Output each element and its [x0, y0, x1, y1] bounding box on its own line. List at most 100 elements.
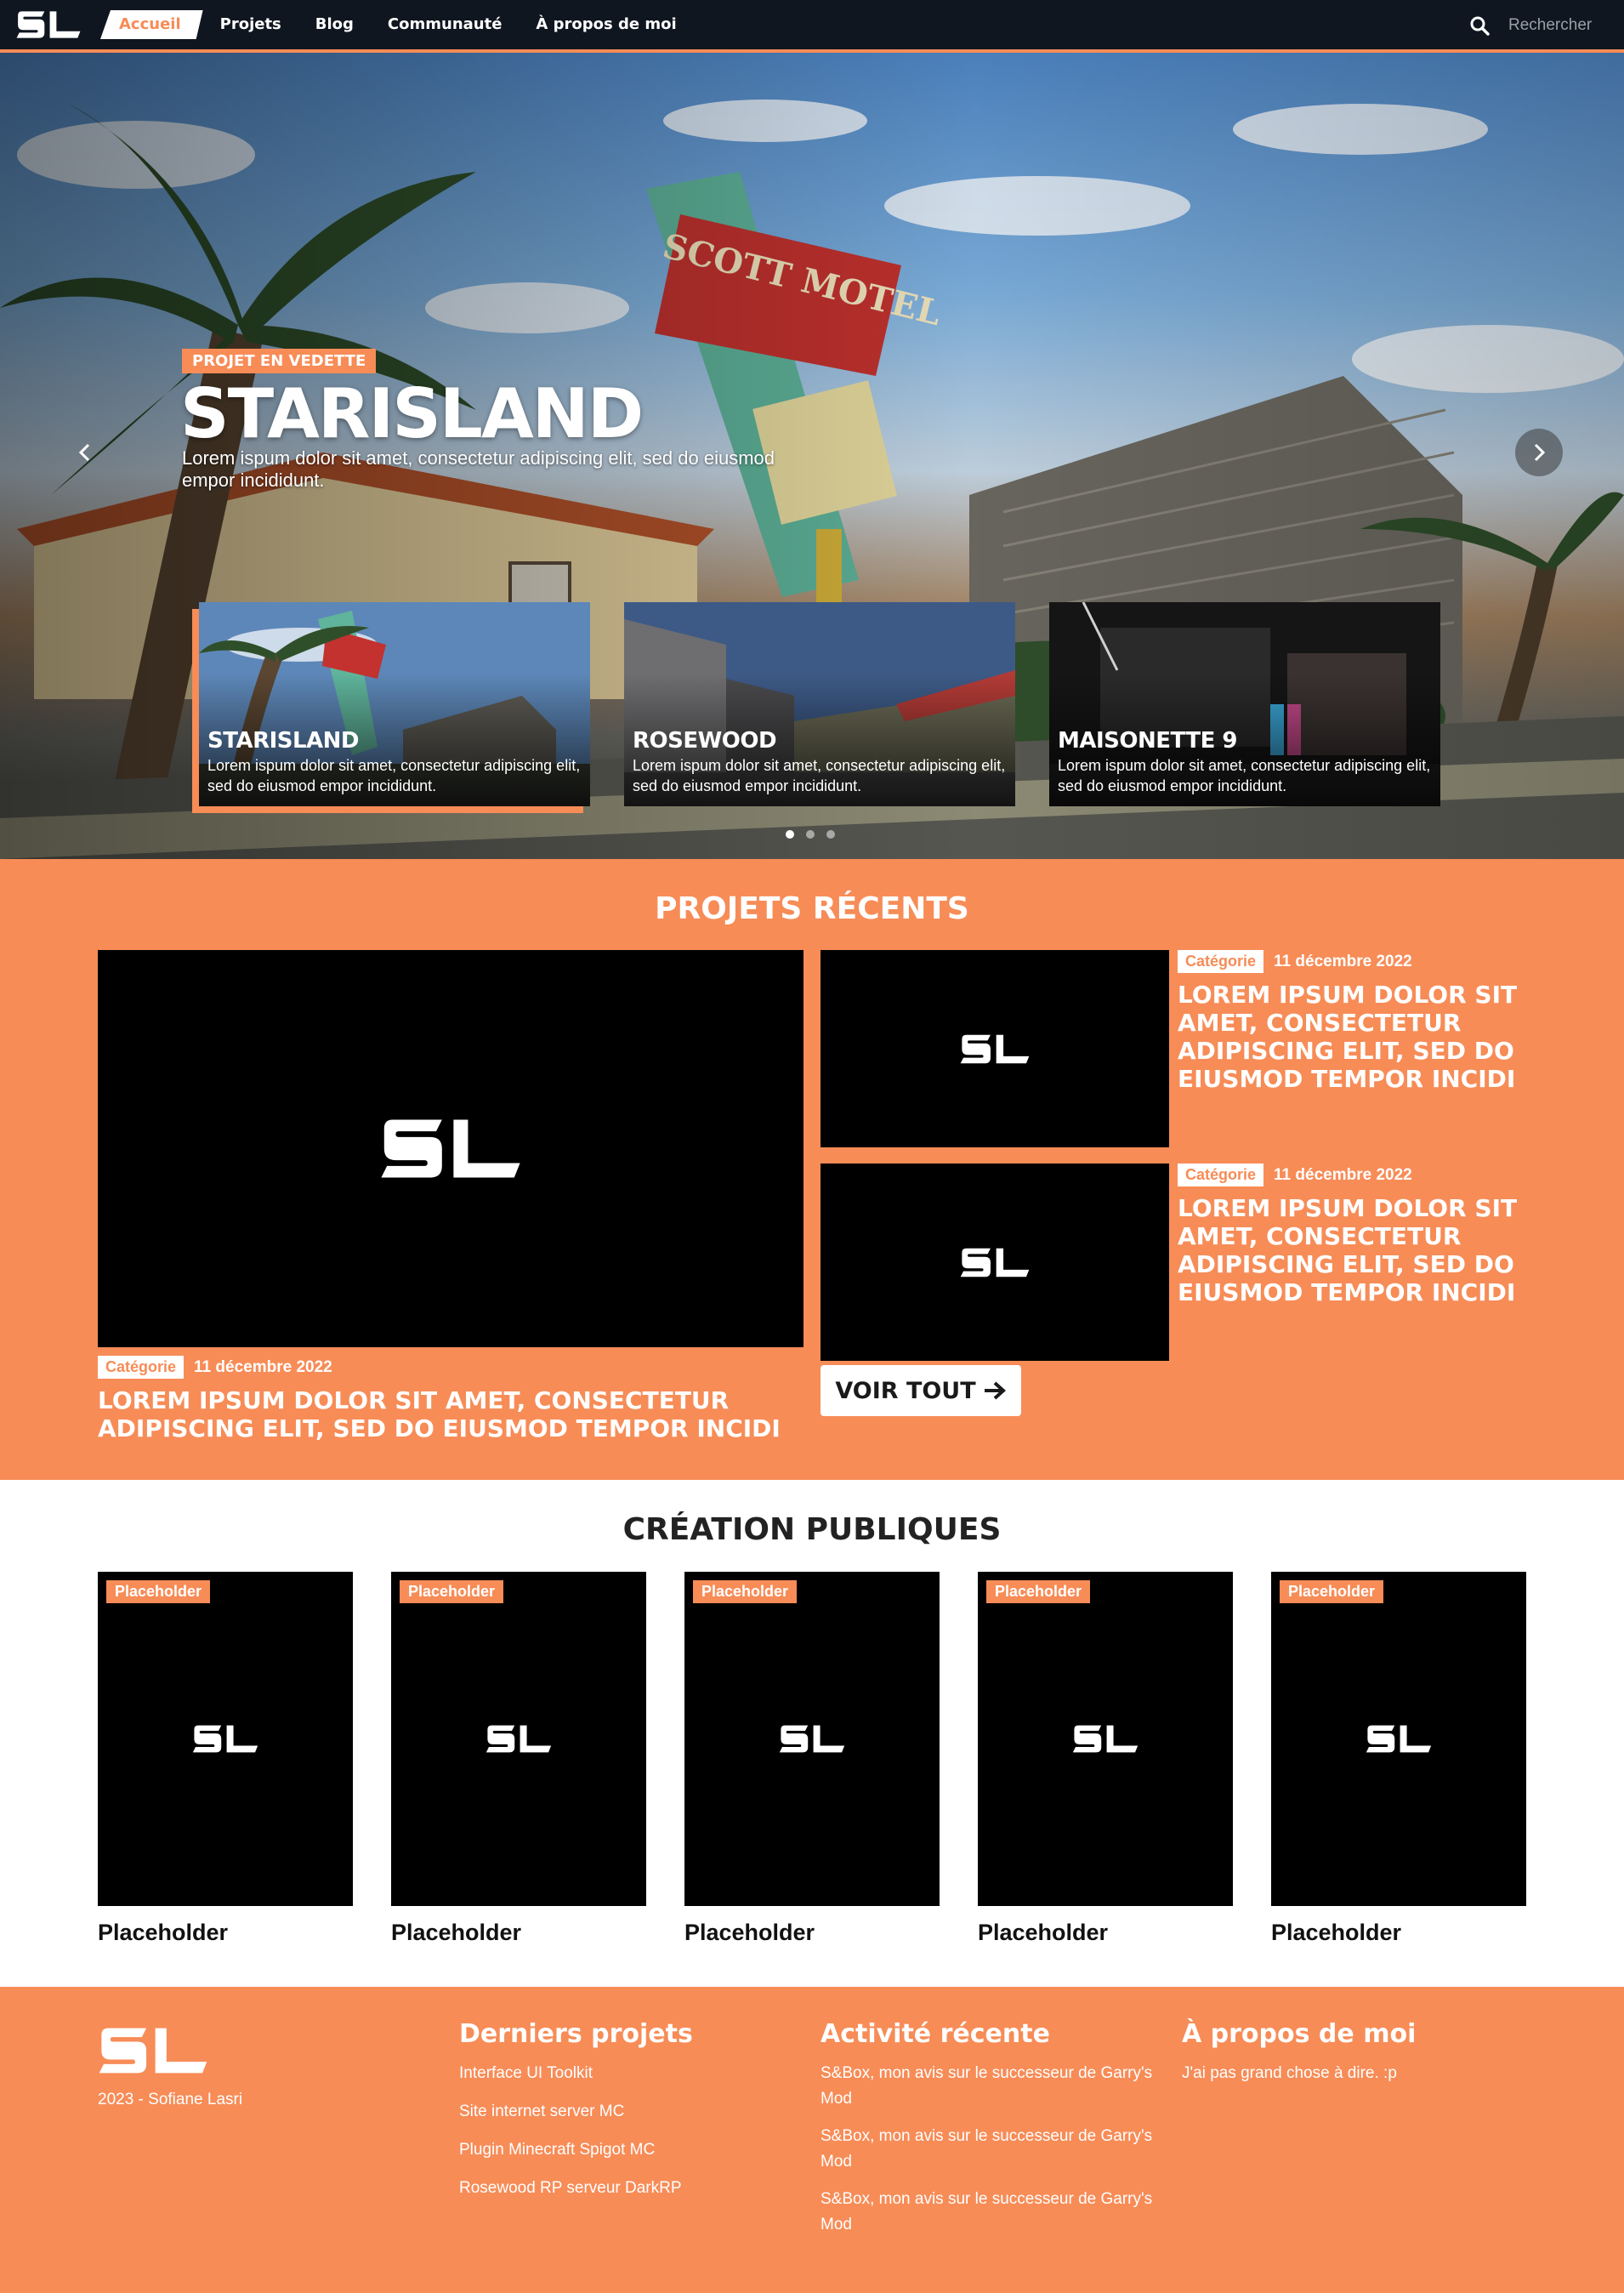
sl-logo-icon — [959, 1247, 1031, 1278]
chevron-left-icon — [78, 443, 90, 462]
creation-thumbnail[interactable]: Placeholder — [98, 1572, 353, 1906]
sl-logo-icon — [1071, 1724, 1139, 1754]
footer-project-link[interactable]: Site internet server MC — [459, 2099, 799, 2125]
sl-logo-icon — [378, 1117, 523, 1181]
carousel-prev-button[interactable] — [61, 429, 109, 476]
creation-tag: Placeholder — [400, 1580, 504, 1603]
card-title: MAISONETTE 9 — [1058, 728, 1238, 754]
post-date: 11 décembre 2022 — [1274, 1165, 1412, 1184]
search-input[interactable] — [1508, 16, 1600, 35]
sl-logo-icon — [1365, 1724, 1433, 1754]
creation-card[interactable]: Placeholder Placeholder — [1271, 1572, 1526, 1946]
recent-projects-section: PROJETS RÉCENTS Catégorie 11 décembre 20… — [0, 859, 1624, 1480]
side-post-thumbnail[interactable] — [821, 1164, 1169, 1361]
category-badge[interactable]: Catégorie — [1178, 1164, 1264, 1186]
creation-name[interactable]: Placeholder — [391, 1920, 646, 1946]
view-all-button[interactable]: VOIR TOUT — [821, 1365, 1021, 1416]
footer-copyright: 2023 - Sofiane Lasri — [98, 2091, 243, 2108]
chevron-right-icon — [1534, 443, 1546, 462]
creation-tag: Placeholder — [106, 1580, 211, 1603]
arrow-right-icon — [984, 1381, 1006, 1400]
carousel-thumbnails: STARISLAND Lorem ispum dolor sit amet, c… — [190, 602, 1440, 815]
main-post-title[interactable]: LOREM IPSUM DOLOR SIT AMET, CONSECTETUR … — [98, 1386, 803, 1442]
side-post-title[interactable]: LOREM IPSUM DOLOR SIT AMET, CONSECTETUR … — [1178, 981, 1518, 1093]
nav-menu: Accueil Projets Blog Communauté À propos… — [100, 0, 694, 49]
side-post-meta: Catégorie 11 décembre 2022 — [1178, 1164, 1412, 1186]
carousel-card-maisonette-9[interactable]: MAISONETTE 9 Lorem ispum dolor sit amet,… — [1049, 602, 1440, 806]
view-all-label: VOIR TOUT — [835, 1377, 976, 1404]
creation-tag: Placeholder — [693, 1580, 798, 1603]
creation-thumbnail[interactable]: Placeholder — [978, 1572, 1233, 1906]
side-post-meta: Catégorie 11 décembre 2022 — [1178, 950, 1412, 973]
side-post-thumbnail[interactable] — [821, 950, 1169, 1147]
main-post-thumbnail[interactable] — [98, 950, 803, 1347]
carousel-dot-2[interactable] — [806, 830, 815, 839]
side-post-title[interactable]: LOREM IPSUM DOLOR SIT AMET, CONSECTETUR … — [1178, 1194, 1518, 1306]
creation-thumbnail[interactable]: Placeholder — [1271, 1572, 1526, 1906]
featured-description: Lorem ispum dolor sit amet, consectetur … — [182, 447, 775, 491]
nav-item-a-propos[interactable]: À propos de moi — [519, 10, 693, 39]
footer-logo[interactable] — [97, 2026, 209, 2075]
sl-logo-icon — [959, 1033, 1031, 1065]
creation-thumbnail[interactable]: Placeholder — [391, 1572, 646, 1906]
post-date: 11 décembre 2022 — [194, 1357, 332, 1376]
footer-about-column: À propos de moi J'ai pas grand chose à d… — [1182, 2019, 1522, 2099]
footer-activity-link[interactable]: S&Box, mon avis sur le successeur de Gar… — [821, 2124, 1161, 2175]
site-logo[interactable] — [15, 8, 82, 42]
creation-name[interactable]: Placeholder — [1271, 1920, 1526, 1946]
search-box — [1469, 0, 1600, 51]
card-title: STARISLAND — [207, 728, 360, 754]
sl-logo-icon — [191, 1724, 259, 1754]
nav-item-accueil[interactable]: Accueil — [100, 10, 203, 39]
top-navbar: Accueil Projets Blog Communauté À propos… — [0, 0, 1624, 51]
creation-card[interactable]: Placeholder Placeholder — [391, 1572, 646, 1946]
sl-logo-icon — [485, 1724, 553, 1754]
carousel-card-starisland[interactable]: STARISLAND Lorem ispum dolor sit amet, c… — [199, 602, 590, 806]
footer-project-link[interactable]: Interface UI Toolkit — [459, 2061, 799, 2086]
public-creations-title: CRÉATION PUBLIQUES — [622, 1512, 1002, 1547]
creation-card[interactable]: Placeholder Placeholder — [98, 1572, 353, 1946]
carousel-next-button[interactable] — [1515, 429, 1563, 476]
creation-tag: Placeholder — [1280, 1580, 1384, 1603]
footer-project-link[interactable]: Plugin Minecraft Spigot MC — [459, 2137, 799, 2163]
creation-name[interactable]: Placeholder — [684, 1920, 940, 1946]
nav-item-projets[interactable]: Projets — [203, 10, 298, 39]
nav-item-blog[interactable]: Blog — [298, 10, 371, 39]
featured-carousel: SCOTT MOTEL PROJET EN VEDETTE STARISLAND… — [0, 53, 1624, 859]
main-post-meta: Catégorie 11 décembre 2022 — [98, 1356, 332, 1379]
footer-about-text: J'ai pas grand chose à dire. :p — [1182, 2064, 1397, 2082]
creation-name[interactable]: Placeholder — [98, 1920, 353, 1946]
card-description: Lorem ispum dolor sit amet, consectetur … — [207, 757, 581, 794]
nav-item-communaute[interactable]: Communauté — [371, 10, 520, 39]
category-badge[interactable]: Catégorie — [98, 1356, 185, 1379]
carousel-dot-1[interactable] — [786, 830, 794, 839]
footer-activity-link[interactable]: S&Box, mon avis sur le successeur de Gar… — [821, 2187, 1161, 2238]
footer-activity-heading: Activité récente — [821, 2019, 1050, 2049]
sl-logo-icon — [778, 1724, 846, 1754]
carousel-dot-3[interactable] — [826, 830, 835, 839]
carousel-card-rosewood[interactable]: ROSEWOOD Lorem ispum dolor sit amet, con… — [624, 602, 1015, 806]
card-description: Lorem ispum dolor sit amet, consectetur … — [1058, 757, 1431, 794]
public-creations-section: CRÉATION PUBLIQUES Placeholder Placehold… — [0, 1480, 1624, 1987]
carousel-pagination — [786, 830, 835, 839]
featured-badge: PROJET EN VEDETTE — [182, 349, 377, 373]
card-title: ROSEWOOD — [633, 728, 777, 754]
footer-activity-link[interactable]: S&Box, mon avis sur le successeur de Gar… — [821, 2061, 1161, 2112]
featured-title[interactable]: STARISLAND — [180, 374, 644, 453]
post-date: 11 décembre 2022 — [1274, 952, 1412, 970]
footer-projects-heading: Derniers projets — [459, 2019, 693, 2049]
footer-project-link[interactable]: Rosewood RP serveur DarkRP — [459, 2176, 799, 2201]
creation-name[interactable]: Placeholder — [978, 1920, 1233, 1946]
creation-card[interactable]: Placeholder Placeholder — [684, 1572, 940, 1946]
creation-tag: Placeholder — [986, 1580, 1091, 1603]
footer-activity-column: Activité récente S&Box, mon avis sur le … — [821, 2019, 1161, 2250]
search-icon[interactable] — [1469, 15, 1490, 36]
site-footer: 2023 - Sofiane Lasri Derniers projets In… — [0, 1987, 1624, 2293]
footer-about-heading: À propos de moi — [1182, 2019, 1417, 2049]
category-badge[interactable]: Catégorie — [1178, 950, 1264, 973]
creation-card[interactable]: Placeholder Placeholder — [978, 1572, 1233, 1946]
card-description: Lorem ispum dolor sit amet, consectetur … — [633, 757, 1006, 794]
recent-projects-title: PROJETS RÉCENTS — [655, 891, 969, 926]
creation-thumbnail[interactable]: Placeholder — [684, 1572, 940, 1906]
footer-projects-column: Derniers projets Interface UI Toolkit Si… — [459, 2019, 799, 2214]
